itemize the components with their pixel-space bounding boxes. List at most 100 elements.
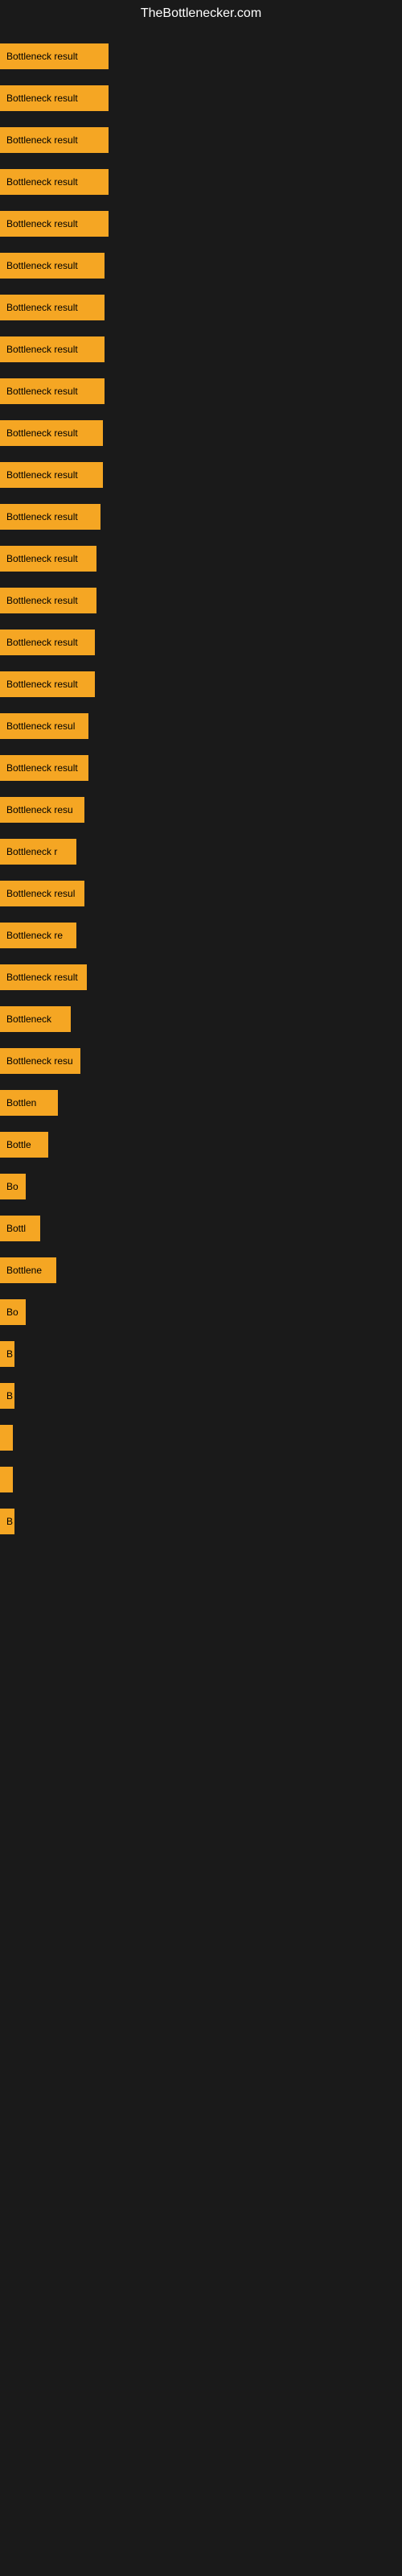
bar-label: Bottleneck result (6, 972, 78, 983)
bottleneck-bar: Bottleneck result (0, 588, 96, 613)
bar-row: Bottleneck (0, 998, 402, 1040)
bar-label: Bottleneck resul (6, 720, 75, 732)
bar-row: Bottleneck result (0, 119, 402, 161)
bar-row: Bottleneck re (0, 914, 402, 956)
bar-label: Bottleneck result (6, 762, 78, 774)
bar-row: Bottle (0, 1124, 402, 1166)
bottleneck-bar: Bottleneck resu (0, 1048, 80, 1074)
bottleneck-bar: Bottleneck result (0, 378, 105, 404)
bottleneck-bar: Bottleneck resul (0, 713, 88, 739)
bottleneck-bar: Bottleneck resul (0, 881, 84, 906)
bar-label: Bottleneck result (6, 679, 78, 690)
bar-row: Bottl (0, 1208, 402, 1249)
site-title: TheBottlenecker.com (0, 0, 402, 27)
bar-row: Bottleneck result (0, 663, 402, 705)
bar-row: Bottleneck result (0, 328, 402, 370)
bottleneck-bar: Bottleneck result (0, 462, 103, 488)
bottleneck-bar: Bottleneck result (0, 630, 95, 655)
bar-row: Bottleneck result (0, 747, 402, 789)
bar-row (0, 1459, 402, 1501)
bar-row: Bottleneck result (0, 580, 402, 621)
bar-row: Bottleneck result (0, 621, 402, 663)
bottleneck-bar: Bottleneck result (0, 964, 87, 990)
bar-row: Bottleneck result (0, 370, 402, 412)
bottleneck-bar: Bottl (0, 1216, 40, 1241)
bar-label: Bottleneck resu (6, 1055, 73, 1067)
bar-row: Bo (0, 1291, 402, 1333)
bottleneck-bar: Bottleneck result (0, 43, 109, 69)
bar-row: Bottlen (0, 1082, 402, 1124)
bar-label: Bottleneck result (6, 511, 78, 522)
bar-label: Bottleneck result (6, 302, 78, 313)
bottleneck-bar: B (0, 1509, 14, 1534)
bar-label: Bottleneck re (6, 930, 63, 941)
bar-row: Bottleneck resul (0, 873, 402, 914)
bar-label: B (6, 1348, 13, 1360)
bar-row: Bottleneck result (0, 245, 402, 287)
bottleneck-bar: Bottleneck result (0, 127, 109, 153)
bar-row: Bottleneck result (0, 35, 402, 77)
bar-label: Bottleneck resul (6, 888, 75, 899)
bar-label: B (6, 1390, 13, 1402)
bar-label: B (6, 1516, 13, 1527)
bar-label: Bottleneck result (6, 637, 78, 648)
bar-label: Bottleneck (6, 1013, 51, 1025)
bottleneck-bar: Bottleneck result (0, 671, 95, 697)
bar-row: Bottleneck result (0, 203, 402, 245)
bar-row: Bottleneck r (0, 831, 402, 873)
bottleneck-bar: Bottlen (0, 1090, 58, 1116)
bottleneck-bar: Bo (0, 1174, 26, 1199)
bar-row: Bottleneck result (0, 161, 402, 203)
bottleneck-bar: Bo (0, 1299, 26, 1325)
bar-row (0, 1417, 402, 1459)
bar-label: Bottlene (6, 1265, 42, 1276)
bottleneck-bar: B (0, 1341, 14, 1367)
bar-row: Bottleneck result (0, 412, 402, 454)
bottleneck-bar: Bottle (0, 1132, 48, 1158)
bar-label: Bottl (6, 1223, 26, 1234)
bar-label: Bottleneck result (6, 176, 78, 188)
bottleneck-bar: Bottleneck resu (0, 797, 84, 823)
bar-label: Bottleneck result (6, 595, 78, 606)
bar-row: Bottleneck resul (0, 705, 402, 747)
bottleneck-bar: Bottleneck result (0, 169, 109, 195)
bar-label: Bo (6, 1181, 18, 1192)
bar-row: Bottleneck result (0, 287, 402, 328)
bar-label: Bottleneck result (6, 260, 78, 271)
bar-label: Bottleneck result (6, 427, 78, 439)
bar-label: Bottleneck result (6, 218, 78, 229)
bar-label: Bottleneck result (6, 93, 78, 104)
bottleneck-bar: Bottleneck result (0, 420, 103, 446)
bottleneck-bar: Bottleneck (0, 1006, 71, 1032)
bar-row: Bottlene (0, 1249, 402, 1291)
bar-row: Bottleneck result (0, 538, 402, 580)
bottleneck-bar (0, 1425, 13, 1451)
bar-row: B (0, 1375, 402, 1417)
bar-row: Bo (0, 1166, 402, 1208)
bottleneck-bar: Bottleneck result (0, 295, 105, 320)
bottleneck-bar: Bottleneck result (0, 85, 109, 111)
bottleneck-bar: Bottleneck re (0, 923, 76, 948)
bar-label: Bo (6, 1307, 18, 1318)
bottleneck-bar: Bottleneck result (0, 755, 88, 781)
bar-label: Bottleneck result (6, 134, 78, 146)
bar-row: Bottleneck result (0, 496, 402, 538)
bar-label: Bottleneck result (6, 344, 78, 355)
bottleneck-bar: Bottleneck result (0, 211, 109, 237)
bottleneck-bar: Bottleneck r (0, 839, 76, 865)
bar-label: Bottleneck result (6, 553, 78, 564)
bar-row: Bottleneck resu (0, 1040, 402, 1082)
bottleneck-bar: B (0, 1383, 14, 1409)
bottleneck-bar (0, 1467, 13, 1492)
bar-label: Bottleneck result (6, 51, 78, 62)
bars-container: Bottleneck result Bottleneck result Bottle… (0, 27, 402, 1550)
bar-label: Bottlen (6, 1097, 36, 1108)
bottleneck-bar: Bottleneck result (0, 546, 96, 572)
bottleneck-bar: Bottleneck result (0, 253, 105, 279)
bar-row: B (0, 1333, 402, 1375)
bar-row: Bottleneck result (0, 77, 402, 119)
bar-row: Bottleneck result (0, 454, 402, 496)
bottleneck-bar: Bottlene (0, 1257, 56, 1283)
bar-row: Bottleneck result (0, 956, 402, 998)
bar-row: Bottleneck resu (0, 789, 402, 831)
